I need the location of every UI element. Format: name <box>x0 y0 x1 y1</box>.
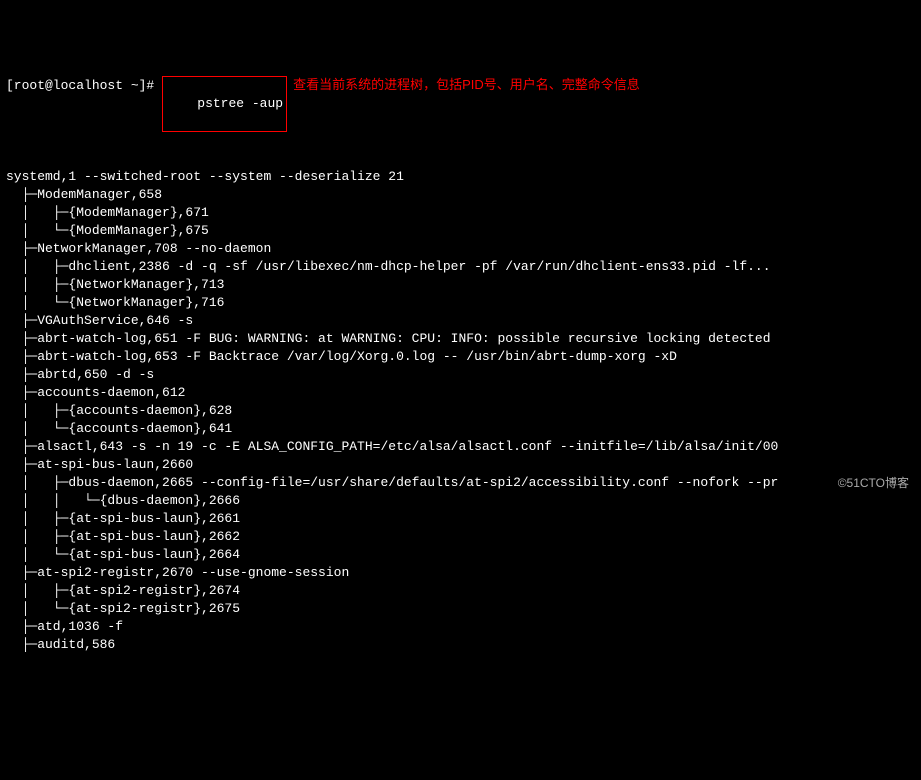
output-line: │ ├─{at-spi-bus-laun},2661 <box>6 510 915 528</box>
output-line: ├─NetworkManager,708 --no-daemon <box>6 240 915 258</box>
output-line: ├─ModemManager,658 <box>6 186 915 204</box>
annotation-text: 查看当前系统的进程树，包括PID号、用户名、完整命令信息 <box>293 76 640 94</box>
output-line: ├─abrtd,650 -d -s <box>6 366 915 384</box>
output-line: │ │ └─{dbus-daemon},2666 <box>6 492 915 510</box>
command-highlight: pstree -aup <box>162 76 287 132</box>
output-line: ├─at-spi2-registr,2670 --use-gnome-sessi… <box>6 564 915 582</box>
watermark: ©51CTO博客 <box>838 474 909 492</box>
prompt-user-host: [root@localhost ~]# <box>6 77 154 95</box>
output-line: │ ├─dbus-daemon,2665 --config-file=/usr/… <box>6 474 915 492</box>
output-line: │ └─{accounts-daemon},641 <box>6 420 915 438</box>
output-line: │ └─{at-spi-bus-laun},2664 <box>6 546 915 564</box>
output-line: │ ├─{ModemManager},671 <box>6 204 915 222</box>
output-line: │ ├─dhclient,2386 -d -q -sf /usr/libexec… <box>6 258 915 276</box>
output-line: ├─auditd,586 <box>6 636 915 654</box>
output-line: ├─accounts-daemon,612 <box>6 384 915 402</box>
output-line: systemd,1 --switched-root --system --des… <box>6 168 915 186</box>
output-line: ├─alsactl,643 -s -n 19 -c -E ALSA_CONFIG… <box>6 438 915 456</box>
output-line: ├─at-spi-bus-laun,2660 <box>6 456 915 474</box>
output-line: │ └─{ModemManager},675 <box>6 222 915 240</box>
output-line: ├─atd,1036 -f <box>6 618 915 636</box>
output-line: │ ├─{at-spi2-registr},2674 <box>6 582 915 600</box>
output-line: │ └─{NetworkManager},716 <box>6 294 915 312</box>
output-line: ├─VGAuthService,646 -s <box>6 312 915 330</box>
command-text: pstree -aup <box>197 96 283 111</box>
prompt-line: [root@localhost ~]# pstree -aup 查看当前系统的进… <box>6 76 915 132</box>
output-line: │ ├─{at-spi-bus-laun},2662 <box>6 528 915 546</box>
output-line: │ ├─{NetworkManager},713 <box>6 276 915 294</box>
output-line: │ └─{at-spi2-registr},2675 <box>6 600 915 618</box>
output-line: ├─abrt-watch-log,651 -F BUG: WARNING: at… <box>6 330 915 348</box>
output-line: │ ├─{accounts-daemon},628 <box>6 402 915 420</box>
output-line: ├─abrt-watch-log,653 -F Backtrace /var/l… <box>6 348 915 366</box>
pstree-output: systemd,1 --switched-root --system --des… <box>6 168 915 654</box>
